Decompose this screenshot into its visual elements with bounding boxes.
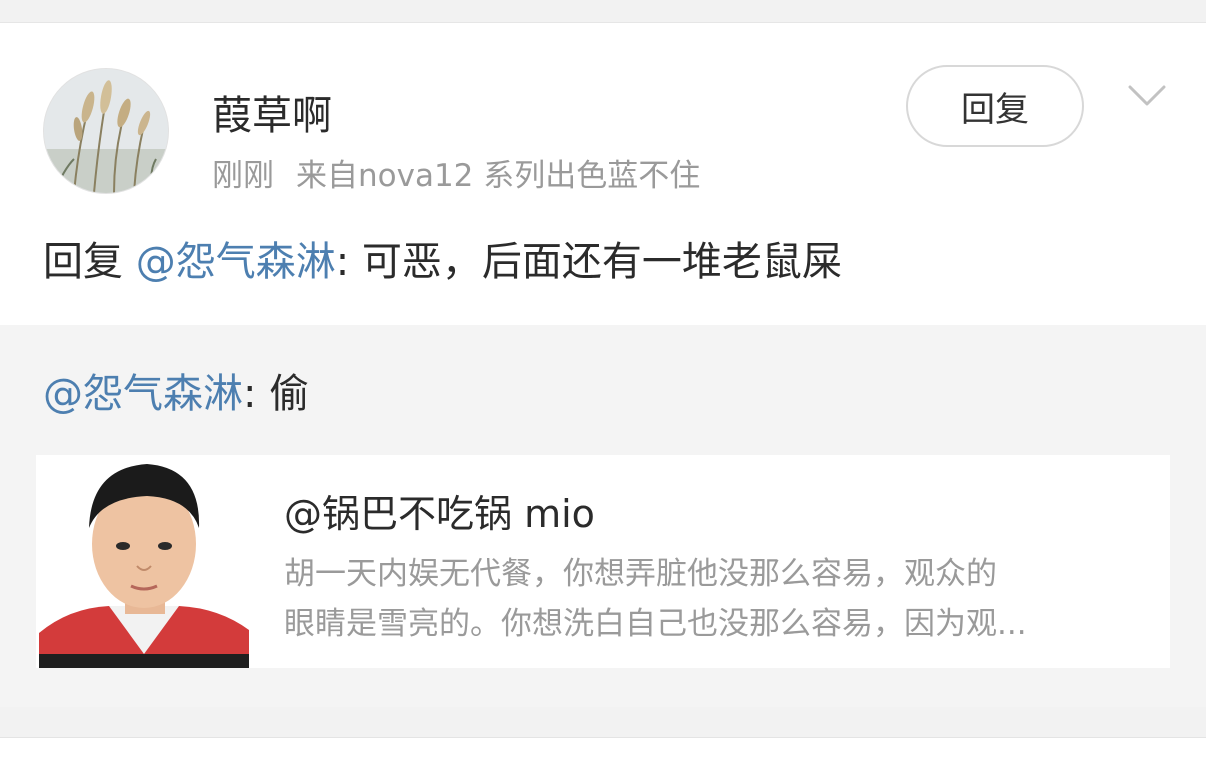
username[interactable]: 葭草啊 (212, 83, 332, 141)
comment-card: 葭草啊 刚刚 来自nova12 系列出色蓝不住 回复 回复 @怨气森淋: 可恶，后… (0, 23, 1206, 325)
share-description: 胡一天内娱无代餐，你想弄脏他没那么容易，观众的 眼睛是雪亮的。你想洗白自己也没那… (284, 549, 1144, 649)
pampas-grass-avatar (44, 69, 168, 193)
person-photo-thumbnail (39, 458, 249, 668)
user-avatar[interactable] (43, 68, 169, 194)
quoted-text: @怨气森淋: 偷 (43, 361, 309, 419)
post-source: 来自nova12 系列出色蓝不住 (296, 158, 701, 194)
share-description-line: 眼睛是雪亮的。你想洗白自己也没那么容易，因为观... (284, 606, 1027, 642)
quoted-body: : 偷 (243, 371, 310, 417)
post-time: 刚刚 (212, 158, 274, 194)
shared-link-card[interactable]: @锅巴不吃锅 mio 胡一天内娱无代餐，你想弄脏他没那么容易，观众的 眼睛是雪亮… (36, 455, 1170, 668)
top-separator (0, 0, 1206, 23)
comment-body: : 可恶，后面还有一堆老鼠屎 (335, 239, 842, 285)
share-description-line: 胡一天内娱无代餐，你想弄脏他没那么容易，观众的 (284, 556, 997, 592)
share-thumbnail (39, 458, 249, 668)
comment-reply-prefix: 回复 (43, 239, 123, 285)
next-item-edge (0, 738, 1206, 757)
chevron-down-icon[interactable] (1124, 81, 1170, 111)
comment-mention-link[interactable]: @怨气森淋 (136, 239, 336, 285)
reply-button[interactable]: 回复 (906, 65, 1084, 147)
quoted-post[interactable]: @怨气森淋: 偷 @锅巴不吃锅 mio 胡一天内娱无代餐，你想弄脏他没那么容易，… (0, 325, 1206, 707)
quoted-mention-link[interactable]: @怨气森淋 (43, 371, 243, 417)
share-title: @锅巴不吃锅 mio (284, 492, 595, 536)
comment-text: 回复 @怨气森淋: 可恶，后面还有一堆老鼠屎 (43, 229, 842, 287)
post-meta: 刚刚 来自nova12 系列出色蓝不住 (212, 150, 700, 195)
